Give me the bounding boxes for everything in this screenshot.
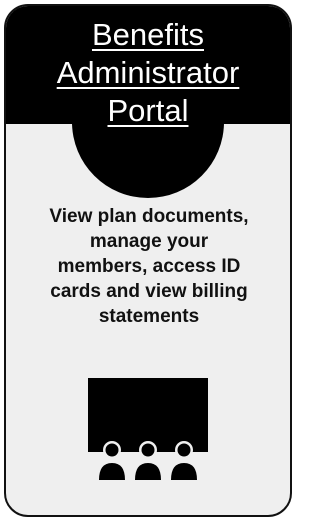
title-line-1: Benefits	[91, 17, 204, 52]
benefits-administrator-portal-card[interactable]: Benefits Administrator Portal View plan …	[4, 4, 292, 517]
card-title[interactable]: Benefits Administrator Portal	[6, 16, 290, 130]
card-description: View plan documents, manage your members…	[49, 206, 249, 327]
title-line-2: Administrator	[56, 55, 240, 90]
presentation-audience-icon	[88, 378, 208, 488]
title-line-3: Portal	[107, 93, 189, 128]
